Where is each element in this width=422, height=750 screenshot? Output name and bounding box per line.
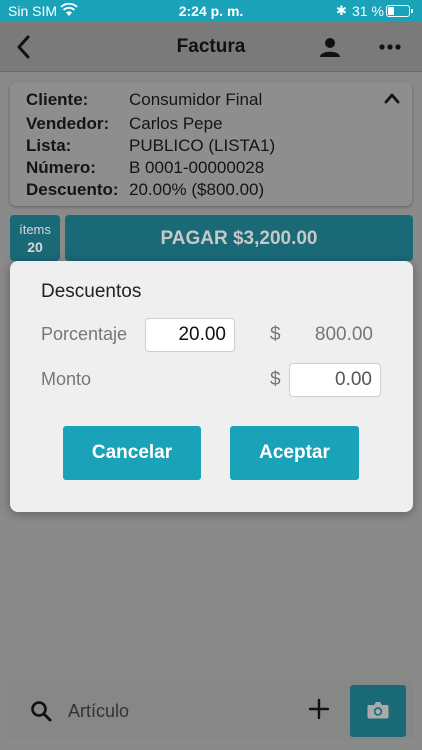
dialog-title: Descuentos [41, 281, 142, 302]
info-value: Consumidor Final [129, 90, 263, 109]
currency-symbol: $ [270, 324, 281, 345]
percent-input[interactable]: 20.00 [145, 318, 235, 352]
items-count: 20 [27, 239, 43, 255]
chevron-up-icon[interactable] [384, 92, 400, 104]
items-count-badge: ítems 20 [10, 215, 60, 261]
camera-button[interactable] [350, 685, 406, 737]
battery-percent: 31 % [352, 3, 384, 19]
discount-dialog: Descuentos Porcentaje 20.00 $ 800.00 Mon… [10, 261, 413, 512]
info-label: Vendedor: [26, 114, 110, 133]
amount-label: Monto [41, 369, 92, 389]
info-value: Carlos Pepe [129, 114, 223, 133]
invoice-info-card: Cliente: Consumidor Final Vendedor: Carl… [10, 82, 412, 206]
currency-symbol: $ [270, 369, 281, 390]
info-label: Número: [26, 158, 96, 177]
search-icon [31, 701, 52, 722]
percent-amount: 800.00 [314, 324, 373, 345]
pay-button[interactable]: PAGAR $3,200.00 [65, 215, 413, 261]
page-title: Factura [176, 36, 246, 57]
battery-icon [386, 5, 413, 17]
info-value: 20.00% ($800.00) [129, 180, 265, 199]
person-icon[interactable] [318, 35, 342, 59]
article-search-input[interactable]: Artículo [68, 701, 129, 722]
article-search-bar: Artículo [8, 680, 414, 740]
more-icon[interactable] [376, 35, 404, 59]
status-bar: Sin SIM 2:24 p. m. ✱ 31 % [0, 0, 422, 22]
info-value: PUBLICO (LISTA1) [129, 136, 276, 155]
items-label: ítems [19, 222, 51, 237]
camera-icon [367, 702, 389, 719]
nav-bar: Factura [0, 22, 422, 72]
bluetooth-icon: ✱ [336, 3, 347, 18]
info-label: Cliente: [26, 90, 89, 109]
accept-button[interactable]: Aceptar [230, 426, 359, 480]
info-label: Descuento: [26, 180, 119, 199]
info-value: B 0001-00000028 [129, 158, 265, 177]
amount-input[interactable]: 0.00 [289, 363, 381, 397]
info-label: Lista: [26, 136, 72, 155]
cancel-button[interactable]: Cancelar [63, 426, 201, 480]
percent-label: Porcentaje [41, 324, 128, 344]
plus-icon[interactable] [308, 698, 330, 720]
